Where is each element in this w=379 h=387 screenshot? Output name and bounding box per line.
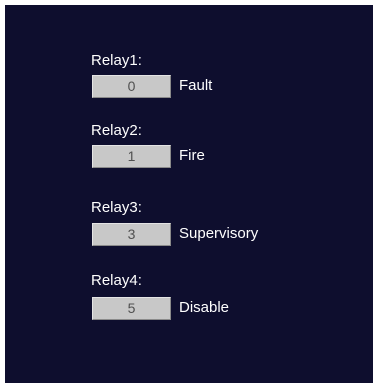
relay-1-label: Relay1: (91, 52, 142, 69)
relay-1-value-field[interactable]: 0 (92, 75, 171, 98)
relay-2-label: Relay2: (91, 122, 142, 139)
relay-1-description: Fault (179, 77, 213, 94)
relay-config-panel: Relay1: 0 Fault Relay2: 1 Fire Relay3: 3… (5, 5, 373, 383)
relay-4-value-field[interactable]: 5 (92, 297, 171, 320)
relay-4-description: Disable (179, 299, 230, 316)
relay-4-label: Relay4: (91, 272, 142, 289)
relay-3-description: Supervisory (179, 225, 259, 242)
relay-2-value-field[interactable]: 1 (92, 145, 171, 168)
relay-2-description: Fire (179, 147, 205, 164)
relay-3-value-field[interactable]: 3 (92, 223, 171, 246)
relay-3-label: Relay3: (91, 199, 142, 216)
